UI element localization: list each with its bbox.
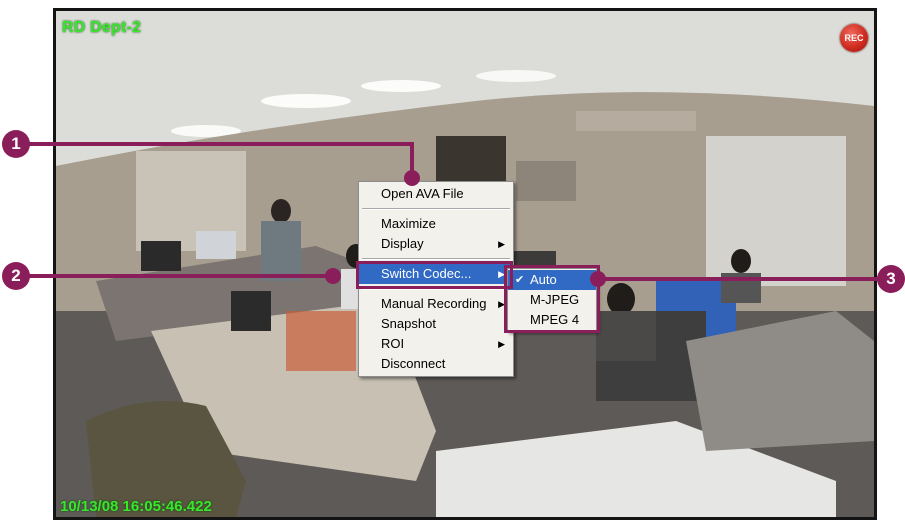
codec-submenu: ✔ Auto M-JPEG MPEG 4 xyxy=(507,268,597,332)
menu-item-label: ROI xyxy=(381,336,405,351)
menu-item-label: Switch Codec... xyxy=(381,266,472,281)
codec-option-label: MPEG 4 xyxy=(530,312,580,327)
menu-separator xyxy=(362,208,510,210)
codec-option-label: M-JPEG xyxy=(530,292,580,307)
callout-3-badge: 3 xyxy=(877,265,905,293)
codec-option-mpeg4[interactable]: MPEG 4 xyxy=(508,310,596,330)
timestamp-label: 10/13/08 16:05:46.422 xyxy=(60,498,212,515)
callout-1-badge: 1 xyxy=(2,130,30,158)
callout-2-dot xyxy=(325,268,341,284)
submenu-arrow-icon: ▶ xyxy=(498,339,505,349)
callout-1-line xyxy=(28,142,414,146)
callout-3-line xyxy=(600,277,882,281)
menu-item-label: Snapshot xyxy=(381,316,436,331)
menu-item-switch-codec[interactable]: Switch Codec... ▶ xyxy=(359,264,513,284)
menu-item-label: Display xyxy=(381,236,424,251)
submenu-arrow-icon: ▶ xyxy=(498,239,505,249)
codec-option-label: Auto xyxy=(530,272,557,287)
menu-item-manual-recording[interactable]: Manual Recording ▶ xyxy=(359,294,513,314)
menu-separator xyxy=(362,288,510,290)
menu-item-snapshot[interactable]: Snapshot xyxy=(359,314,513,334)
callout-1-dot xyxy=(404,170,420,186)
menu-item-disconnect[interactable]: Disconnect xyxy=(359,354,513,374)
submenu-arrow-icon: ▶ xyxy=(498,299,505,309)
menu-separator xyxy=(362,258,510,260)
menu-item-label: Open AVA File xyxy=(381,186,464,201)
menu-item-display[interactable]: Display ▶ xyxy=(359,234,513,254)
menu-item-roi[interactable]: ROI ▶ xyxy=(359,334,513,354)
menu-item-label: Maximize xyxy=(381,216,436,231)
menu-item-label: Disconnect xyxy=(381,356,446,371)
context-menu: Open AVA File Maximize Display ▶ Switch C… xyxy=(358,181,514,377)
rec-indicator-icon[interactable]: REC xyxy=(840,24,868,52)
codec-option-auto[interactable]: ✔ Auto xyxy=(508,270,596,290)
camera-name-label: RD Dept-2 xyxy=(62,19,142,36)
menu-item-maximize[interactable]: Maximize xyxy=(359,214,513,234)
menu-item-open-ava-file[interactable]: Open AVA File xyxy=(359,184,513,204)
callout-2-badge: 2 xyxy=(2,262,30,290)
codec-option-mjpeg[interactable]: M-JPEG xyxy=(508,290,596,310)
callout-2-line xyxy=(28,274,333,278)
checkmark-icon: ✔ xyxy=(515,274,525,286)
submenu-arrow-icon: ▶ xyxy=(498,269,505,279)
menu-item-label: Manual Recording xyxy=(381,296,487,311)
